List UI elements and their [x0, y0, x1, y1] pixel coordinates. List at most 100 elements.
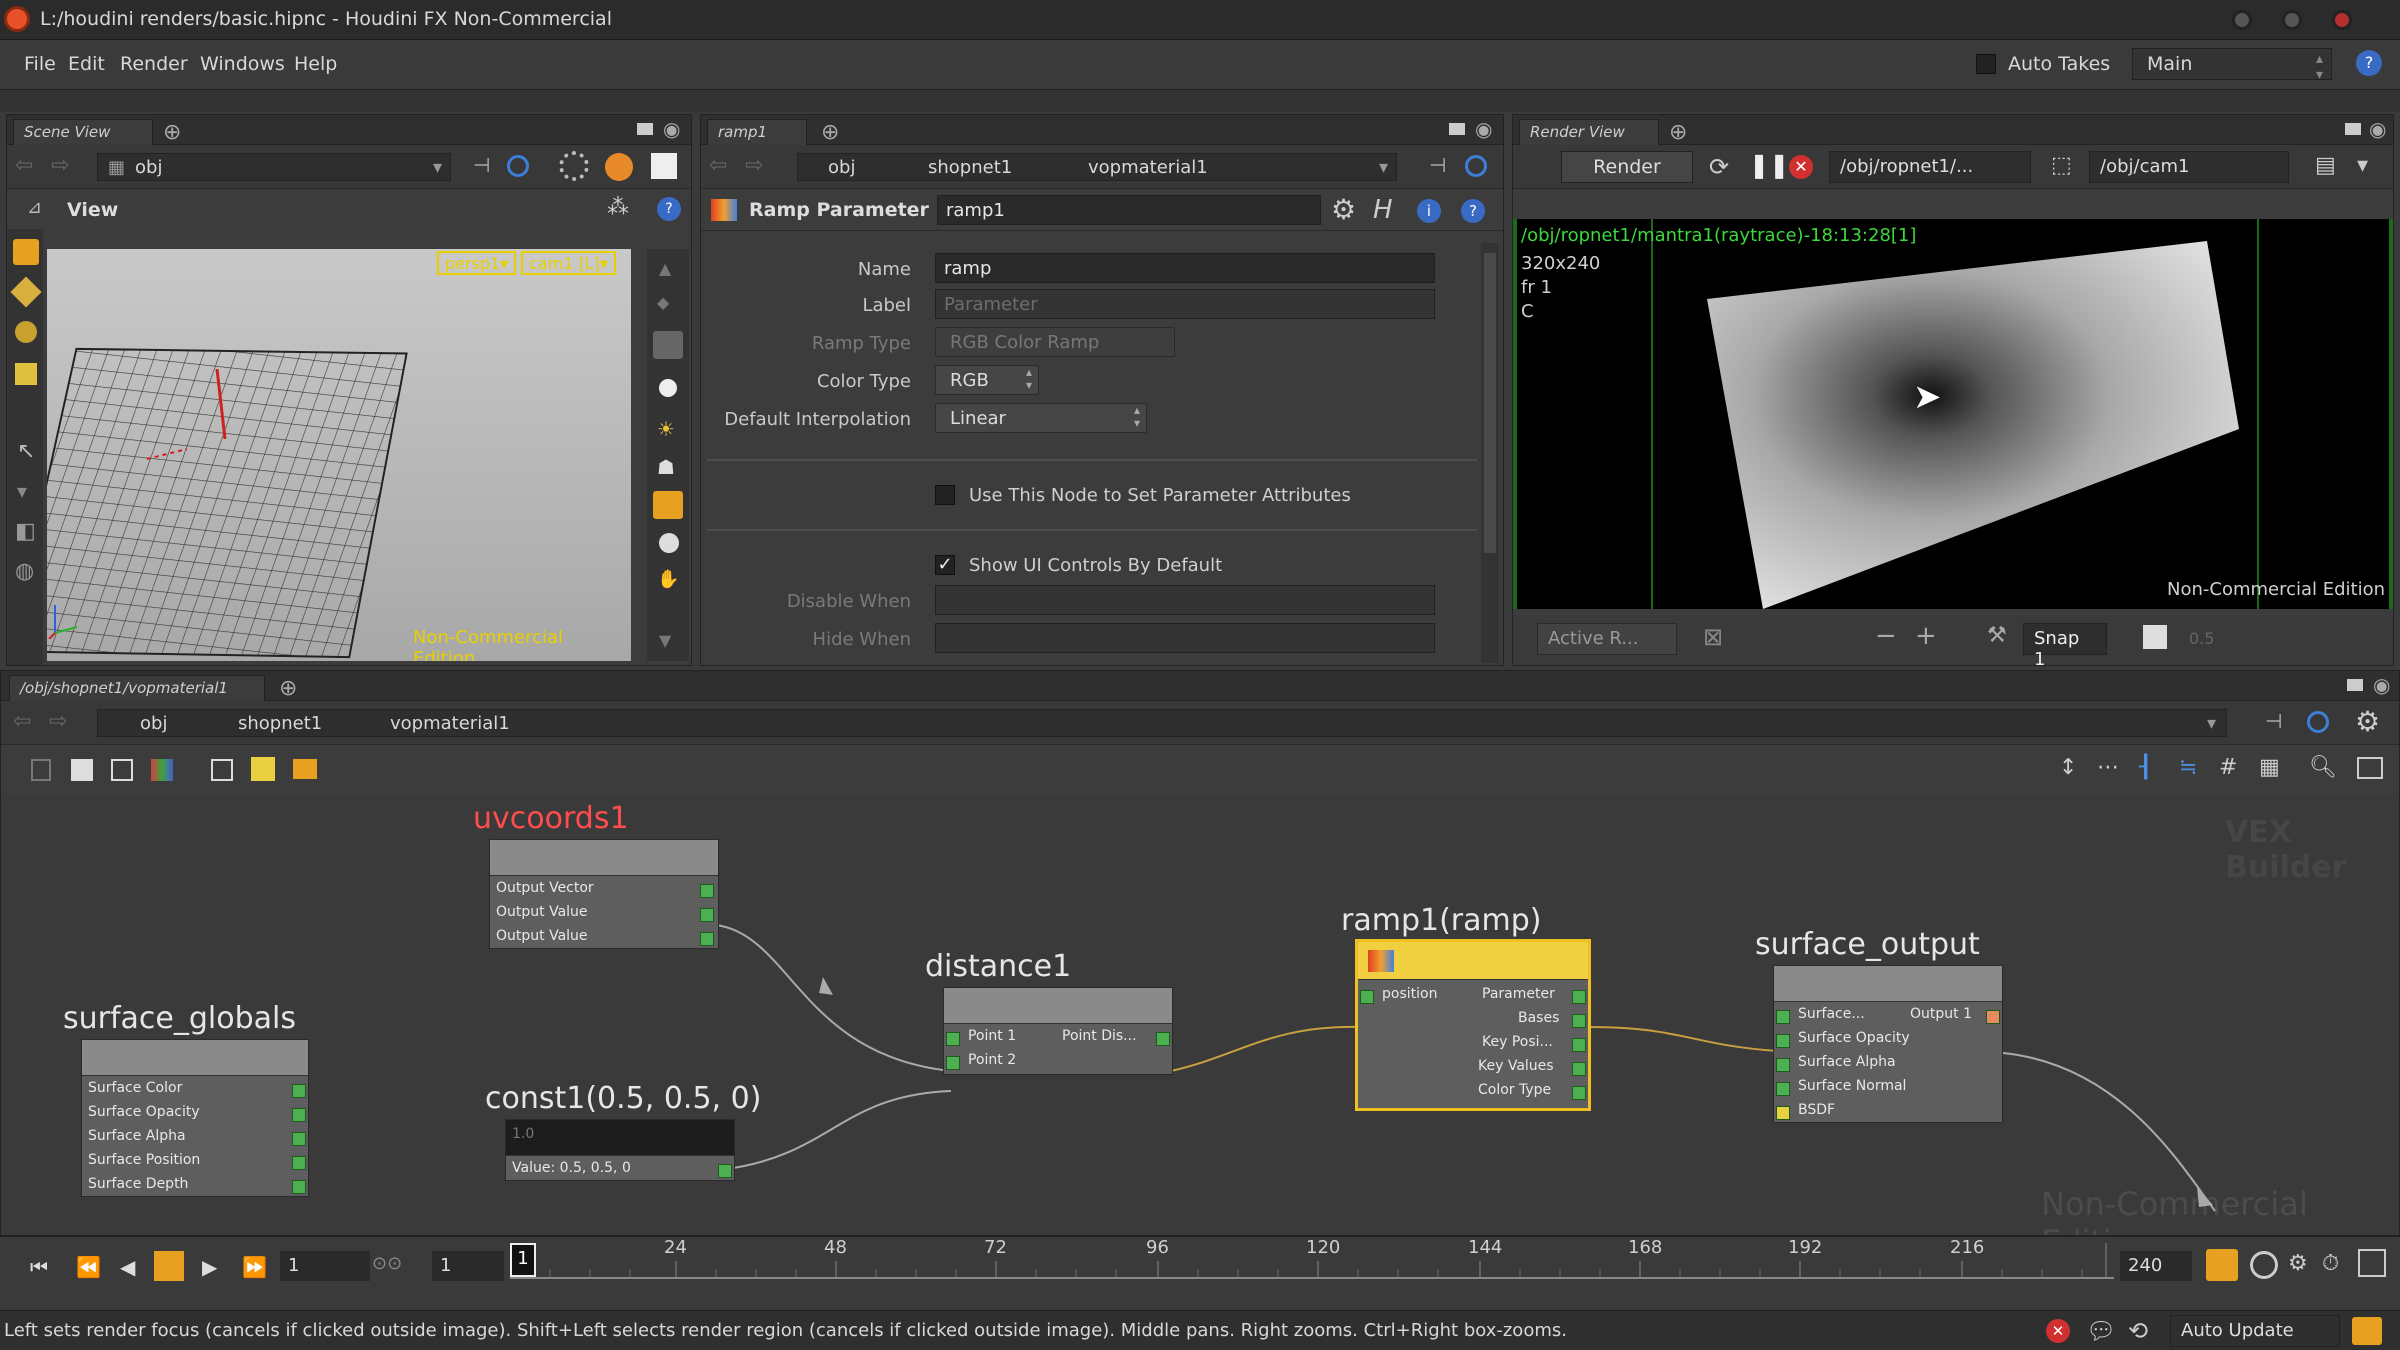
start-frame-field[interactable]: 1	[280, 1251, 370, 1281]
network-box-icon[interactable]	[211, 759, 233, 781]
node-distance[interactable]: Point 1 Point 2 Point Dis...	[943, 987, 1173, 1075]
zoom-in-icon[interactable]: +	[1915, 621, 1937, 651]
pane-maximize-icon[interactable]	[1449, 123, 1465, 135]
render-image-area[interactable]: /obj/ropnet1/mantra1(raytrace)-18:13:28[…	[1513, 219, 2393, 609]
input-port[interactable]	[1776, 1034, 1790, 1048]
subnet-icon[interactable]	[293, 759, 317, 779]
layout-horizontal-icon[interactable]: ⋯	[2097, 755, 2119, 780]
keyframe-icon[interactable]	[2206, 1249, 2238, 1281]
compare-icon[interactable]	[2143, 625, 2167, 649]
pose-tool-icon[interactable]: ↖	[17, 439, 35, 464]
back-arrow-icon[interactable]: ⇦	[709, 153, 727, 178]
persp-menu[interactable]: persp1▾	[437, 251, 517, 275]
ghost-icon[interactable]: ☗	[657, 455, 675, 479]
tab-render-view[interactable]: Render View	[1519, 119, 1659, 145]
current-frame-field[interactable]: 1	[432, 1251, 504, 1281]
forward-arrow-icon[interactable]: ⇨	[49, 709, 67, 734]
scale-tool-icon[interactable]	[15, 363, 37, 385]
output-port[interactable]	[292, 1180, 306, 1194]
realtime-icon[interactable]: ⏱	[2322, 1251, 2339, 1276]
back-arrow-icon[interactable]: ⇦	[15, 153, 33, 178]
disable-when-field[interactable]	[935, 585, 1435, 615]
output-port[interactable]	[1572, 1038, 1586, 1052]
scene-path-field[interactable]: ▦ obj ▾	[97, 153, 451, 181]
output-port[interactable]	[292, 1132, 306, 1146]
pane-maximize-icon[interactable]	[2345, 123, 2361, 135]
add-tab-icon[interactable]: ⊕	[279, 676, 297, 701]
view-help-icon[interactable]: ?	[657, 197, 681, 221]
render-menu-icon[interactable]: ▾	[2357, 153, 2368, 178]
add-tab-icon[interactable]: ⊕	[821, 120, 839, 145]
pin-icon[interactable]: ⊣	[1429, 153, 1446, 177]
global-anim-icon[interactable]	[2358, 1249, 2386, 1277]
add-tab-icon[interactable]: ⊕	[163, 120, 181, 145]
performance-icon[interactable]	[2352, 1317, 2382, 1345]
crumb-shopnet[interactable]: shopnet1	[928, 157, 1012, 178]
clear-icon[interactable]: ⊠	[1703, 623, 1723, 651]
dropdown-arrow-icon[interactable]: ▾	[2207, 713, 2216, 734]
dropdown-arrow-icon[interactable]: ▾	[1379, 157, 1388, 178]
minimize-icon[interactable]	[2232, 10, 2252, 30]
display-options-icon[interactable]	[559, 151, 589, 181]
light-icon[interactable]: ☀	[657, 417, 675, 441]
render-button[interactable]: Render	[1561, 151, 1693, 183]
play-icon[interactable]: ▶	[202, 1255, 217, 1279]
auto-render-icon[interactable]: ⟳	[1709, 153, 1729, 181]
back-arrow-icon[interactable]: ⇦	[13, 709, 31, 734]
move-tool-icon[interactable]	[10, 276, 42, 308]
menu-help[interactable]: Help	[294, 53, 337, 75]
input-port[interactable]	[946, 1032, 960, 1046]
gear-icon[interactable]: ⚙	[1331, 193, 1356, 226]
node-uvcoords[interactable]: Output Vector Output Value Output Value	[489, 839, 719, 949]
node-const[interactable]: 1.0 Value: 0.5, 0.5, 0	[505, 1119, 735, 1181]
zoom-out-icon[interactable]: −	[1875, 621, 1897, 651]
output-port[interactable]	[700, 908, 714, 922]
add-tab-icon[interactable]: ⊕	[1669, 120, 1687, 145]
tumble-icon[interactable]: ✋	[657, 569, 679, 590]
render-icon[interactable]	[653, 491, 683, 519]
pin-icon[interactable]: ⊣	[473, 153, 490, 177]
playback-options-icon[interactable]: ⚙	[2288, 1251, 2308, 1276]
handle-tool-icon[interactable]: ◧	[15, 519, 36, 544]
list-view-icon[interactable]	[31, 759, 51, 781]
hide-when-field[interactable]	[935, 623, 1435, 653]
param-scrollbar-thumb[interactable]	[1484, 253, 1496, 553]
input-port[interactable]	[946, 1056, 960, 1070]
forward-arrow-icon[interactable]: ⇨	[745, 153, 763, 178]
tab-scene-view[interactable]: Scene View	[13, 119, 153, 145]
node-name-field[interactable]: ramp1	[937, 195, 1321, 225]
output-port[interactable]	[700, 884, 714, 898]
align-icon[interactable]: ┨	[2139, 755, 2152, 780]
scroll-down-icon[interactable]: ▼	[659, 631, 671, 650]
label-field[interactable]: Parameter	[935, 289, 1435, 319]
hda-icon[interactable]: H	[1373, 195, 1393, 225]
maximize-icon[interactable]	[2282, 10, 2302, 30]
lighting-icon[interactable]	[605, 153, 633, 181]
view-tool-icon[interactable]: ▾	[17, 479, 27, 503]
find-icon[interactable]: 🔍︎	[2309, 755, 2337, 780]
pane-maximize-icon[interactable]	[637, 123, 653, 135]
auto-takes-checkbox[interactable]	[1976, 54, 1996, 74]
zoom-icon[interactable]	[659, 533, 679, 553]
pane-maximize-icon[interactable]	[2347, 679, 2363, 691]
crumb-vopmaterial[interactable]: vopmaterial1	[1088, 157, 1208, 178]
input-port[interactable]	[1776, 1058, 1790, 1072]
input-port[interactable]	[1776, 1010, 1790, 1024]
output-port[interactable]	[292, 1156, 306, 1170]
output-port[interactable]	[1156, 1032, 1170, 1046]
pin-icon[interactable]: ⊣	[2265, 709, 2282, 733]
layout-vertical-icon[interactable]: ↕	[2059, 755, 2077, 780]
jump-start-icon[interactable]: ⏮	[30, 1255, 48, 1279]
link-icon[interactable]	[1465, 155, 1487, 177]
wire-style-icon[interactable]: ≒	[2179, 755, 2197, 780]
output-port[interactable]	[1572, 1014, 1586, 1028]
link-icon[interactable]	[507, 155, 529, 177]
detail-view-icon[interactable]	[111, 759, 133, 781]
tab-ramp1[interactable]: ramp1	[707, 119, 807, 145]
pane-menu-icon[interactable]: ◉	[1475, 117, 1492, 141]
camera-icon[interactable]	[653, 331, 683, 359]
step-back-icon[interactable]: ⏪	[76, 1255, 101, 1279]
node-surface-output[interactable]: Surface... Surface Opacity Surface Alpha…	[1773, 965, 2003, 1123]
snapshot-icon[interactable]	[651, 153, 677, 179]
close-icon[interactable]	[2332, 10, 2352, 30]
